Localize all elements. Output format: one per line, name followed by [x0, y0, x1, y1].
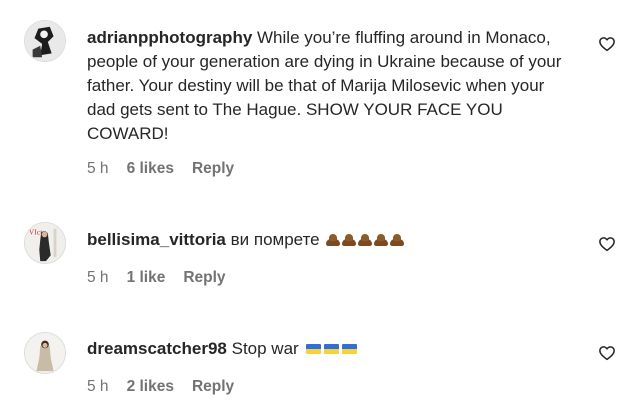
ukraine-flag-icon: [324, 344, 340, 354]
avatar-photo-icon: [25, 21, 65, 61]
comment-meta: 5 h 6 likes Reply: [87, 160, 234, 178]
comment-likes-link[interactable]: 1 like: [127, 269, 166, 287]
comment-body: bellisima_vittoria ви помрете: [87, 228, 577, 252]
avatar-adrianpphotography[interactable]: [24, 20, 66, 62]
reply-button[interactable]: Reply: [183, 269, 225, 287]
comment-body: dreamscatcher98 Stop war: [87, 337, 577, 361]
comment-likes-link[interactable]: 2 likes: [127, 378, 174, 396]
reply-button[interactable]: Reply: [192, 378, 234, 396]
heart-outline-icon: [599, 237, 615, 252]
avatar-dreamscatcher98[interactable]: [24, 332, 66, 374]
comment-username[interactable]: adrianpphotography: [87, 28, 252, 47]
ukraine-flag-icon: [306, 344, 322, 354]
avatar-photo-icon: VIct: [25, 223, 65, 263]
comment-username[interactable]: dreamscatcher98: [87, 339, 227, 358]
poop-emoji-icon: [326, 232, 341, 246]
comment-likes-link[interactable]: 6 likes: [127, 160, 174, 178]
heart-outline-icon: [599, 37, 615, 52]
poop-emoji-icon: [374, 232, 389, 246]
comment-text: Stop war: [231, 339, 299, 358]
heart-outline-icon: [599, 346, 615, 361]
poop-emoji-icon: [358, 232, 373, 246]
avatar-photo-icon: [25, 333, 65, 373]
like-button[interactable]: [598, 35, 616, 53]
comment-body: adrianpphotography While you’re fluffing…: [87, 26, 577, 146]
comment-time: 5 h: [87, 378, 109, 395]
comment-time: 5 h: [87, 160, 109, 177]
reply-button[interactable]: Reply: [192, 160, 234, 178]
comment-text: ви помрете: [230, 230, 320, 249]
ukraine-flag-icon: [342, 344, 358, 354]
comment-meta: 5 h 1 like Reply: [87, 269, 226, 287]
avatar-bellisima-vittoria[interactable]: VIct: [24, 222, 66, 264]
like-button[interactable]: [598, 344, 616, 362]
poop-emoji-icon: [390, 232, 405, 246]
ukraine-flag-emoji-group: [303, 339, 358, 358]
comment-time: 5 h: [87, 269, 109, 286]
comment-meta: 5 h 2 likes Reply: [87, 378, 234, 396]
poop-emoji-icon: [342, 232, 357, 246]
like-button[interactable]: [598, 235, 616, 253]
poop-emoji-group: [324, 230, 405, 249]
comment-username[interactable]: bellisima_vittoria: [87, 230, 226, 249]
